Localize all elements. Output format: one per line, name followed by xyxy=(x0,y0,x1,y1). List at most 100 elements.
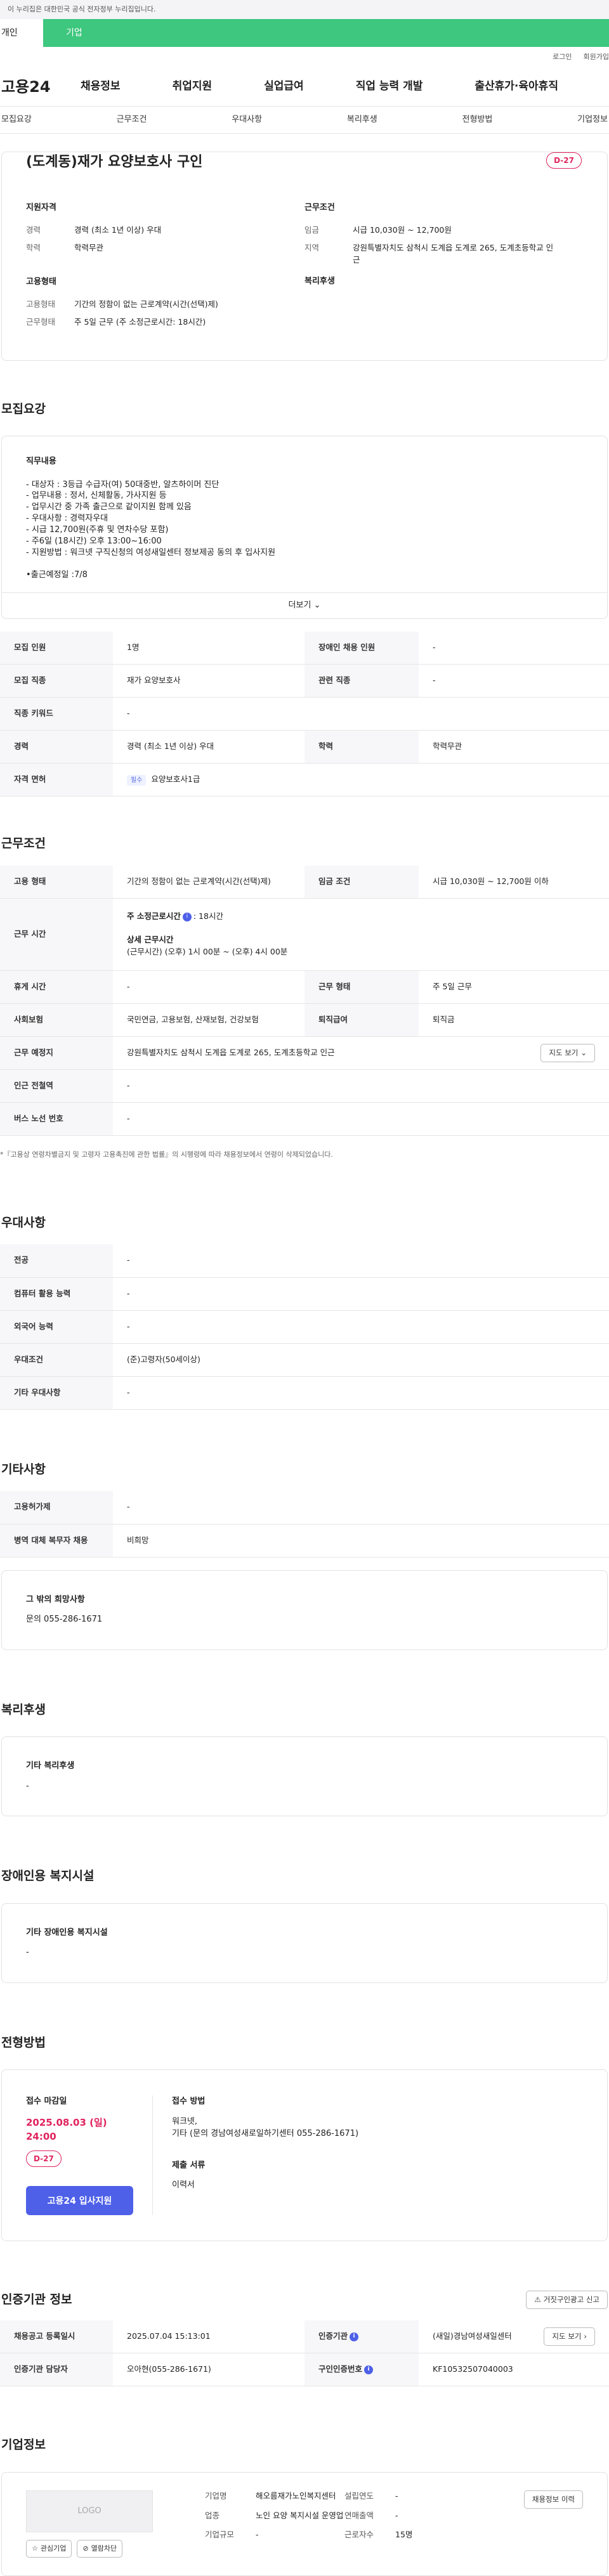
prefer-table: 전공 - 컴퓨터 활용 능력 - 외국어 능력 - 우대조건 (준)고령자(50세이상)… xyxy=(0,1244,609,1410)
info-icon[interactable]: i xyxy=(182,912,192,921)
anchor-prefer[interactable]: 우대사항 xyxy=(232,114,262,126)
info-icon[interactable]: i xyxy=(364,2365,374,2374)
more-label: 더보기 xyxy=(288,601,311,610)
recruit-section-title: 모집요강 xyxy=(1,401,46,416)
table-cell: - xyxy=(419,664,609,698)
table-header-cell: 컴퓨터 활용 능력 xyxy=(0,1277,113,1311)
table-header-cell: 직종 키워드 xyxy=(0,697,113,731)
anchor-welfare[interactable]: 복리후생 xyxy=(347,114,377,126)
table-header-cell: 휴게 시간 xyxy=(0,970,113,1004)
table-row: 사회보험 국민연금, 고용보험, 산재보험, 건강보험 퇴직급여 퇴직금 xyxy=(0,1003,609,1037)
job-summary-card: (도계동)재가 요양보호사 구인 D-27 지원자격 경력 경력 (최소 1년 이… xyxy=(1,151,608,361)
table-row: 기타 우대사항 - xyxy=(0,1376,609,1410)
company-section-title: 기업정보 xyxy=(1,2438,46,2452)
deadline-value: 2025.08.03 (일) 24:00 xyxy=(26,2116,107,2143)
block-view-button[interactable]: ⊘ 열람차단 xyxy=(77,2539,123,2558)
table-header-cell: 채용공고 등록일시 xyxy=(0,2320,113,2354)
area-label: 지역 xyxy=(304,243,320,253)
info-icon[interactable]: i xyxy=(350,2332,359,2341)
founded-label: 설립연도 xyxy=(344,2490,374,2501)
table-header-cell: 구인인증번호 i xyxy=(304,2353,419,2387)
weekly-hours-label: 주 소정근로시간 xyxy=(127,911,181,921)
worktype-value: 주 5일 근무 (주 소정근로시간: 18시간) xyxy=(74,317,206,327)
table-cell: (준)고령자(50세이상) xyxy=(113,1343,609,1377)
signup-link[interactable]: 회원가입 xyxy=(584,52,609,63)
table-header-cell: 학력 xyxy=(304,730,419,764)
table-cell: 필수 요양보호사1급 xyxy=(113,763,609,797)
anchor-company[interactable]: 기업정보 xyxy=(577,114,608,126)
apply-method-panel: 접수 방법 워크넷, 기타 (문의 경남여성새로일하기센터 055-286-16… xyxy=(153,2095,583,2215)
detail-hours-label: 상세 근무시간 xyxy=(127,935,174,945)
star-icon: ☆ xyxy=(32,2544,38,2553)
employment-heading: 고용형태 xyxy=(26,277,56,287)
report-button[interactable]: ⚠ 거짓구인광고 신고 xyxy=(526,2290,608,2309)
map-view-button[interactable]: 지도 보기 › xyxy=(544,2327,595,2346)
table-cell: 기간의 정함이 없는 근로계약(시간(선택)제) xyxy=(113,865,304,899)
table-row: 직종 키워드 - xyxy=(0,697,609,731)
table-cell: 오아현(055-286-1671) xyxy=(113,2353,304,2387)
table-cell: 재가 요양보호사 xyxy=(113,664,304,698)
table-header-cell: 근무 시간 xyxy=(0,898,113,971)
duty-line: - 업무시간 중 가족 출근으로 같이지원 함께 있음 xyxy=(26,502,192,512)
table-cell: (새일)경남여성새일센터 지도 보기 › xyxy=(419,2320,609,2354)
interest-company-button[interactable]: ☆ 관심기업 xyxy=(26,2539,72,2558)
duty-line: - 지원방법 : 워크넷 구직신청의 여성새일센터 정보제공 동의 후 입사지원 xyxy=(26,548,276,558)
table-header-cell: 임금 조건 xyxy=(304,865,419,899)
company-info: 기업명 해오름재가노인복지센터 설립연도 - 업종 노인 요양 복지시설 운영업 연매출액… xyxy=(205,2490,412,2558)
dday-badge: D-27 xyxy=(546,152,582,169)
apply-deadline-panel: 접수 마감일 2025.08.03 (일) 24:00 D-27 고용24 입사… xyxy=(26,2095,153,2215)
gnb-item-employment-support[interactable]: 취업지원 xyxy=(173,79,213,95)
agency-label: 인증기관 xyxy=(318,2331,348,2341)
apply-button[interactable]: 고용24 입사지원 xyxy=(26,2185,133,2215)
required-tag: 필수 xyxy=(127,775,147,786)
table-row: 전공 - xyxy=(0,1244,609,1278)
anchor-conditions[interactable]: 근무조건 xyxy=(117,114,147,126)
table-cell: 학력무관 xyxy=(419,730,609,764)
gnb-item-unemployment[interactable]: 실업급여 xyxy=(264,79,304,95)
report-label: 거짓구인광고 신고 xyxy=(543,2294,599,2304)
table-cell: 주 5일 근무 xyxy=(419,970,609,1004)
industry-label: 업종 xyxy=(205,2510,220,2520)
table-cell: - xyxy=(113,1069,609,1103)
global-nav: 고용24 채용정보 취업지원 실업급여 직업 능력 개발 출산휴가·육아휴직 xyxy=(0,68,609,106)
gnb-item-jobs[interactable]: 채용정보 xyxy=(81,79,121,95)
welfare-box-heading: 기타 복리후생 xyxy=(26,1761,75,1771)
weekly-hours-value: : 18시간 xyxy=(193,911,223,921)
edu-value: 학력무관 xyxy=(74,243,104,253)
deadline-heading: 접수 마감일 xyxy=(26,2097,67,2106)
table-cell: 시급 10,030원 ~ 12,700원 이하 xyxy=(419,865,609,899)
prefer-section-title: 우대사항 xyxy=(1,1215,46,1230)
table-row: 채용공고 등록일시 2025.07.04 15:13:01 인증기관 i (새일)경남여… xyxy=(0,2320,609,2354)
anchor-recruit[interactable]: 모집요강 xyxy=(1,114,32,126)
welfare-box-value: - xyxy=(26,1781,29,1791)
map-view-button[interactable]: 지도 보기 ⌄ xyxy=(540,1043,595,1063)
site-logo[interactable]: 고용24 xyxy=(1,75,81,98)
conditions-heading: 근무조건 xyxy=(304,203,335,213)
table-cell: 주 소정근로시간 i: 18시간 상세 근무시간 (근무시간) (오후) 1시 0… xyxy=(113,898,609,971)
etc-wish-heading: 그 밖의 희망사항 xyxy=(26,1594,85,1604)
method-value-2: 기타 (문의 경남여성새로일하기센터 055-286-1671) xyxy=(172,2129,359,2138)
more-button[interactable]: 더보기 ⌄ xyxy=(2,592,607,618)
selection-section-title: 전형방법 xyxy=(1,2035,46,2050)
table-row: 자격 면허 필수 요양보호사1급 xyxy=(0,763,609,797)
login-link[interactable]: 로그인 xyxy=(553,52,572,63)
docs-heading: 제출 서류 xyxy=(172,2160,206,2170)
job-history-button[interactable]: 채용정보 이력 xyxy=(523,2490,583,2509)
dday-badge: D-27 xyxy=(26,2150,62,2167)
gnb-item-training[interactable]: 직업 능력 개발 xyxy=(356,79,423,95)
table-header-cell: 병역 대체 복무자 채용 xyxy=(0,1524,113,1558)
etc-wish-value: 문의 055-286-1671 xyxy=(26,1615,103,1624)
etc-section-title: 기타사항 xyxy=(1,1462,46,1476)
sales-label: 연매출액 xyxy=(344,2510,374,2520)
table-header-cell: 모집 인원 xyxy=(0,631,113,665)
table-header-cell: 외국어 능력 xyxy=(0,1310,113,1344)
duty-heading: 직무내용 xyxy=(26,457,56,466)
duty-line: - 시급 12,700원(주휴 및 연차수당 포함) xyxy=(26,525,169,535)
tab-personal[interactable]: 개인 xyxy=(0,19,43,47)
disabled-section-title: 장애인용 복지시설 xyxy=(1,1869,95,1883)
tab-company[interactable]: 기업 xyxy=(43,19,609,47)
gov-notice-text: 이 누리집은 대한민국 공식 전자정부 누리집입니다. xyxy=(8,5,156,13)
gnb-item-parental-leave[interactable]: 출산휴가·육아휴직 xyxy=(475,79,558,95)
anchor-selection[interactable]: 전형방법 xyxy=(462,114,493,126)
career-label: 경력 xyxy=(26,224,41,235)
